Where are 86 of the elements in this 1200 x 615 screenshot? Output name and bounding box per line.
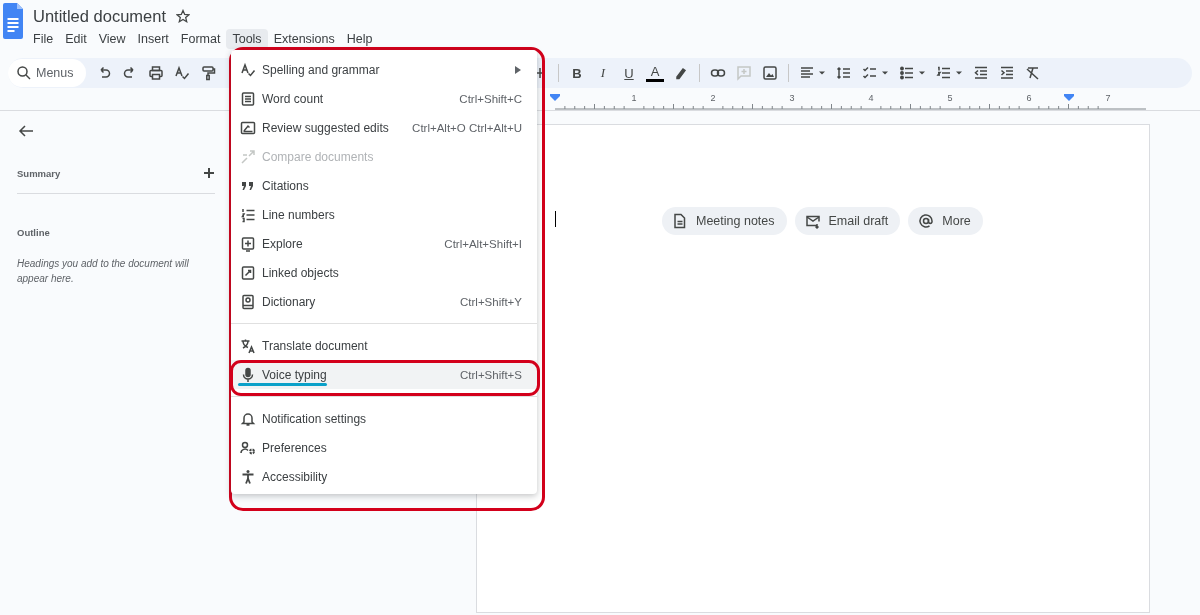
preferences-icon [240,439,256,456]
star-icon[interactable] [176,9,190,23]
menu-item[interactable]: Spelling and grammar [231,55,537,84]
numbered-list-icon[interactable] [936,65,952,81]
increase-indent-icon[interactable] [999,65,1015,81]
format-button[interactable]: U [621,65,637,81]
menu-item-label: Explore [262,236,303,251]
outline-hint: Headings you add to the document will appear here. [17,257,190,286]
outline-heading: Outline [17,227,51,238]
caret-icon[interactable] [881,70,889,76]
checklist-icon[interactable] [862,65,878,81]
translate-icon [240,337,256,354]
margin-marker-icon[interactable] [550,94,560,101]
text-cursor [555,211,556,227]
ruler-number: 7 [1105,93,1111,103]
menu-item-label: Accessibility [262,469,328,484]
paint-roller-icon[interactable] [200,65,216,81]
menu-item[interactable]: Format [174,29,227,49]
review-edits-icon [240,119,256,136]
spellcheck-icon [240,61,256,78]
menu-item-label: Review suggested edits [262,120,389,135]
bulleted-list-icon[interactable] [899,65,915,81]
menu-item[interactable]: Tools [226,29,268,49]
back-arrow-icon[interactable] [18,123,34,139]
summary-heading: Summary [17,167,61,179]
menu-item-label: Spelling and grammar [262,62,380,77]
ruler-number: 1 [631,93,637,103]
clear-formatting-icon[interactable] [1025,65,1041,81]
microphone-icon [240,366,256,383]
caret-icon[interactable] [818,70,826,76]
align-left-icon[interactable] [799,65,815,81]
menu-item[interactable]: Edit [59,29,93,49]
menu-item-label: Translate document [262,338,368,353]
template-chip[interactable]: Email draft [794,207,901,235]
text-color-swatch [646,79,664,82]
bell-icon [240,410,256,427]
ruler-number: 5 [947,93,953,103]
menu-item-label: Dictionary [262,294,316,309]
line-spacing-icon[interactable] [836,65,852,81]
menu-item-label: Voice typing [262,367,327,382]
compare-icon [240,148,256,165]
image-icon[interactable] [762,65,778,81]
ruler-number: 3 [789,93,795,103]
explore-icon [240,235,256,252]
plus-icon[interactable] [203,167,215,179]
accessibility-icon [240,468,256,485]
envelope-icon [804,213,821,229]
template-chip[interactable]: More [908,207,983,235]
caret-icon[interactable] [918,70,926,76]
word-count-icon [240,90,256,107]
ruler-number: 6 [1026,93,1032,103]
shortcut-text: Ctrl+Shift+C [459,92,522,105]
format-button[interactable]: I [595,65,611,81]
spellcheck-icon[interactable] [174,65,190,81]
menu-search-field[interactable]: Menus [8,59,86,87]
docs-logo-icon[interactable] [3,3,23,39]
line-numbers-icon [240,206,256,223]
menu-item[interactable]: File [27,29,60,49]
linked-object-icon [240,264,256,281]
menu-item-label: Word count [262,91,324,106]
highlighter-icon[interactable] [673,65,689,81]
menu-item-label: Preferences [262,440,327,455]
menu-item[interactable]: Word count Ctrl+Shift+C [231,84,537,113]
caret-icon[interactable] [955,70,963,76]
format-button[interactable]: B [569,65,585,81]
menu-item-label: Compare documents [262,149,374,164]
at-sign-icon [918,213,935,229]
menu-item-label: Line numbers [262,207,335,222]
menu-item-label: Linked objects [262,265,339,280]
document-icon [672,213,688,229]
search-icon [16,65,32,81]
decrease-indent-icon[interactable] [973,65,989,81]
menu-item[interactable]: Extensions [267,29,341,49]
ruler-number: 4 [868,93,874,103]
print-icon[interactable] [148,65,164,81]
text-color-button[interactable]: A [647,64,663,79]
menu-item-label: Citations [262,178,309,193]
document-title[interactable]: Untitled document [33,6,166,26]
menu-item[interactable]: Insert [131,29,175,49]
menu-item[interactable]: Help [340,29,379,49]
dictionary-icon [240,293,256,310]
ruler-number: 2 [710,93,716,103]
template-chip[interactable]: Meeting notes [662,207,787,235]
margin-marker-icon[interactable] [1064,94,1074,101]
menu-item-label: Notification settings [262,411,367,426]
menu-item[interactable]: View [92,29,132,49]
